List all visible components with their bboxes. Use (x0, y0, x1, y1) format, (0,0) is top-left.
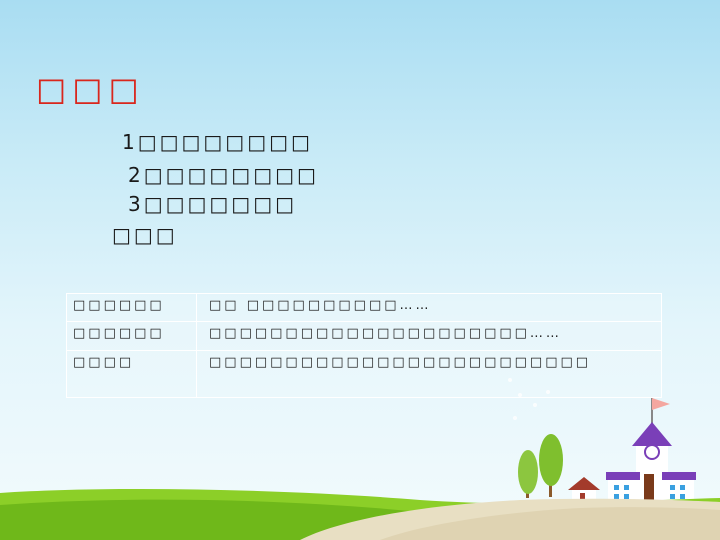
landscape-decoration (0, 378, 720, 540)
school-building-icon (606, 398, 696, 502)
house-icon (568, 477, 600, 502)
sparkle-icons (508, 378, 550, 420)
tree-icon (539, 434, 563, 497)
tree-icon (518, 450, 538, 498)
